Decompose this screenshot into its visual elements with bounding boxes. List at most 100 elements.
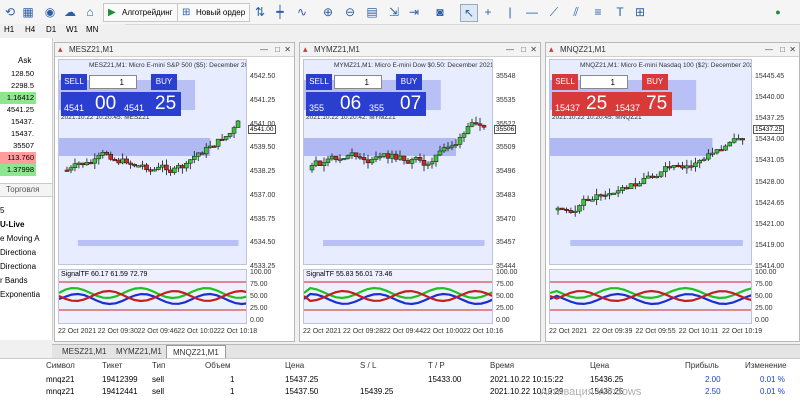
sell-price[interactable]: 355 06 <box>306 92 366 116</box>
quote-ask-value[interactable]: 2298.5 <box>0 80 36 92</box>
trade-tab[interactable]: Торговля <box>0 183 52 197</box>
col-current-price[interactable]: Цена <box>590 361 609 370</box>
hline-icon[interactable]: — <box>524 4 540 20</box>
trade-cell-ticket[interactable]: 19412441 <box>102 387 138 396</box>
col-change[interactable]: Изменение <box>745 361 787 370</box>
col-ticket[interactable]: Тикет <box>102 361 122 370</box>
quote-ask-value[interactable]: 4541.25 <box>0 104 36 116</box>
screenshot-icon[interactable]: ◙ <box>432 4 448 20</box>
navigator-item[interactable]: Exponentia <box>0 290 40 299</box>
chart-window[interactable]: ▴ MNQZ21,M1— □ ✕ MNQZ21,M1: Micro E-mini Nas… <box>545 42 800 342</box>
tab-mesz21[interactable]: MESZ21,M1 <box>56 345 112 358</box>
volume-input[interactable]: 1 <box>580 75 628 89</box>
chart-new-icon[interactable]: ▦ <box>20 4 36 20</box>
close-icon[interactable]: ✕ <box>789 43 796 56</box>
minimize-icon[interactable]: — <box>506 43 514 56</box>
indicator-plot[interactable]: SignalTF 60.17 61.59 72.79 <box>58 269 247 324</box>
navigator-item[interactable]: e Moving A <box>0 234 40 243</box>
volume-input[interactable]: 1 <box>89 75 137 89</box>
quote-ask-value[interactable]: 35507 <box>0 140 36 152</box>
trade-cell-profit[interactable]: 2.00 <box>705 375 721 384</box>
profile-icon[interactable]: ◉ <box>42 4 58 20</box>
quote-ask-value[interactable]: 15437. <box>0 116 36 128</box>
navigator-item[interactable]: 5 <box>0 206 4 215</box>
vline-icon[interactable]: | <box>502 4 518 20</box>
trade-cell-volume[interactable]: 1 <box>230 375 234 384</box>
col-time[interactable]: Время <box>490 361 514 370</box>
trade-cell-symbol[interactable]: mnqz21 <box>46 387 74 396</box>
trade-cell-profit[interactable]: 2.50 <box>705 387 721 396</box>
trade-cell-price[interactable]: 15437.25 <box>285 375 318 384</box>
close-icon[interactable]: ✕ <box>530 43 537 56</box>
col-type[interactable]: Тип <box>152 361 165 370</box>
trade-cell-type[interactable]: sell <box>152 375 164 384</box>
tf-w1[interactable]: W1 <box>66 25 78 34</box>
trade-cell-time[interactable]: 2021.10.22 10:15:22 <box>490 375 563 384</box>
market-icon[interactable]: ⌂ <box>82 4 98 20</box>
chart-window-title[interactable]: ▴ MESZ21,M1— □ ✕ <box>55 43 294 57</box>
col-volume[interactable]: Объем <box>205 361 231 370</box>
chart-window[interactable]: ▴ MESZ21,M1— □ ✕ MESZ21,M1: Micro E-mini S&P… <box>54 42 295 342</box>
sell-price[interactable]: 4541 00 <box>61 92 121 116</box>
history-icon[interactable]: ⟲ <box>2 4 18 20</box>
trade-cell-current-price[interactable]: 15436.25 <box>590 375 623 384</box>
shift-icon[interactable]: ⇥ <box>406 4 422 20</box>
cloud-icon[interactable]: ☁ <box>62 4 78 20</box>
trade-cell-ticket[interactable]: 19412399 <box>102 375 138 384</box>
maximize-icon[interactable]: □ <box>275 43 280 56</box>
buy-button[interactable]: BUY <box>396 74 422 90</box>
quote-ask-value[interactable]: 1.16412 <box>0 92 36 104</box>
new-order-button[interactable]: ⊞ Новый ордер <box>177 3 251 22</box>
tf-d1[interactable]: D1 <box>46 25 56 34</box>
col-sl[interactable]: S / L <box>360 361 376 370</box>
chart-window[interactable]: ▴ MYMZ21,M1— □ ✕ MYMZ21,M1: Micro E-mini Dow… <box>299 42 541 342</box>
maximize-icon[interactable]: □ <box>521 43 526 56</box>
fibo-icon[interactable]: ≡ <box>590 4 606 20</box>
trade-cell-change[interactable]: 0.01 % <box>760 387 785 396</box>
cursor-icon[interactable]: ↖ <box>460 4 478 22</box>
volume-input[interactable]: 1 <box>334 75 382 89</box>
buy-sell-icon[interactable]: ⇅ <box>252 4 268 20</box>
autoscroll-icon[interactable]: ⇲ <box>386 4 402 20</box>
trade-cell-tp[interactable]: 15433.00 <box>428 375 461 384</box>
quote-ask-value[interactable]: 128.50 <box>0 68 36 80</box>
sell-price[interactable]: 15437 25 <box>552 92 612 116</box>
minimize-icon[interactable]: — <box>765 43 773 56</box>
line-chart-icon[interactable]: ∿ <box>294 4 310 20</box>
tf-mn[interactable]: MN <box>86 25 98 34</box>
sell-button[interactable]: SELL <box>61 74 87 90</box>
sell-button[interactable]: SELL <box>306 74 332 90</box>
buy-price[interactable]: 4541 25 <box>121 92 181 116</box>
tf-h1[interactable]: H1 <box>4 25 14 34</box>
shapes-icon[interactable]: ⊞ <box>632 4 648 20</box>
navigator-item[interactable]: Directiona <box>0 262 36 271</box>
trade-cell-price[interactable]: 15437.50 <box>285 387 318 396</box>
quote-ask-value[interactable]: 1.37998 <box>0 164 36 176</box>
trade-cell-volume[interactable]: 1 <box>230 387 234 396</box>
tf-h4[interactable]: H4 <box>25 25 35 34</box>
trendline-icon[interactable]: ⟋ <box>546 4 562 20</box>
tab-mnqz21[interactable]: MNQZ21,M1 <box>166 345 226 359</box>
navigator-item[interactable]: U-Live <box>0 220 24 229</box>
col-price[interactable]: Цена <box>285 361 304 370</box>
buy-price[interactable]: 355 07 <box>366 92 426 116</box>
col-tp[interactable]: T / P <box>428 361 445 370</box>
navigator-item[interactable]: r Bands <box>0 276 28 285</box>
maximize-icon[interactable]: □ <box>780 43 785 56</box>
quote-ask-value[interactable]: 113.760 <box>0 152 36 164</box>
trade-cell-symbol[interactable]: mnqz21 <box>46 375 74 384</box>
crosshair-icon[interactable]: + <box>480 4 496 20</box>
chart-window-title[interactable]: ▴ MYMZ21,M1— □ ✕ <box>300 43 540 57</box>
close-icon[interactable]: ✕ <box>284 43 291 56</box>
quote-ask-value[interactable]: 15437. <box>0 128 36 140</box>
text-icon[interactable]: T <box>612 4 628 20</box>
algo-trading-button[interactable]: ▶ Алготрейдинг <box>103 3 178 22</box>
buy-button[interactable]: BUY <box>642 74 668 90</box>
buy-price[interactable]: 15437 75 <box>612 92 672 116</box>
zoom-in-icon[interactable]: ⊕ <box>320 4 336 20</box>
indicator-plot[interactable]: SignalTF 55.83 56.01 73.46 <box>303 269 493 324</box>
chart-window-title[interactable]: ▴ MNQZ21,M1— □ ✕ <box>546 43 799 57</box>
navigator-item[interactable]: Directiona <box>0 248 36 257</box>
trade-cell-sl[interactable]: 15439.25 <box>360 387 393 396</box>
sell-button[interactable]: SELL <box>552 74 578 90</box>
